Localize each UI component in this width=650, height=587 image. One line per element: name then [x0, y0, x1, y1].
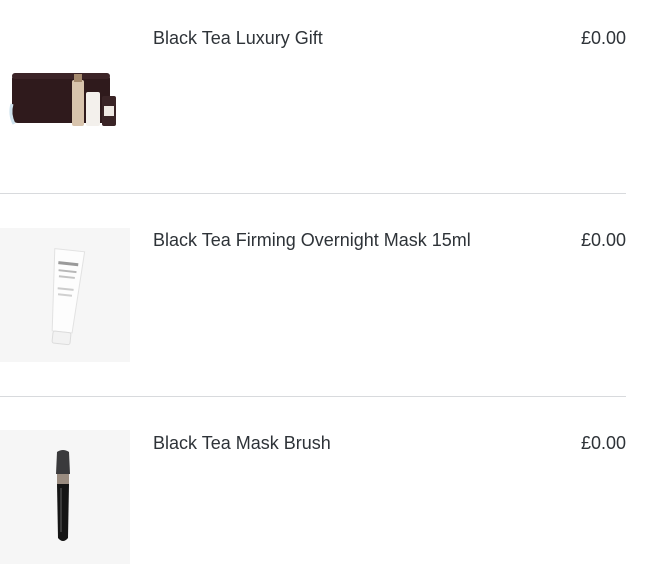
mask-brush-product-image[interactable]: [0, 430, 130, 564]
cart-item-row: Black Tea Firming Overnight Mask 15ml £0…: [0, 203, 626, 363]
product-price: £0.00: [580, 433, 626, 453]
divider: [0, 193, 626, 194]
gift-set-product-image[interactable]: [0, 26, 130, 160]
product-name[interactable]: Black Tea Luxury Gift: [153, 27, 323, 49]
cart-item-row: Black Tea Luxury Gift £0.00: [0, 0, 626, 160]
product-name[interactable]: Black Tea Firming Overnight Mask 15ml: [153, 229, 471, 251]
cart-item-row: Black Tea Mask Brush £0.00: [0, 405, 626, 565]
cart-item-list: Black Tea Luxury Gift £0.00 Black Tea Fi…: [0, 0, 650, 587]
mask-tube-product-image[interactable]: [0, 228, 130, 362]
product-price: £0.00: [580, 230, 626, 250]
product-name[interactable]: Black Tea Mask Brush: [153, 432, 331, 454]
product-price: £0.00: [580, 28, 626, 48]
divider: [0, 396, 626, 397]
